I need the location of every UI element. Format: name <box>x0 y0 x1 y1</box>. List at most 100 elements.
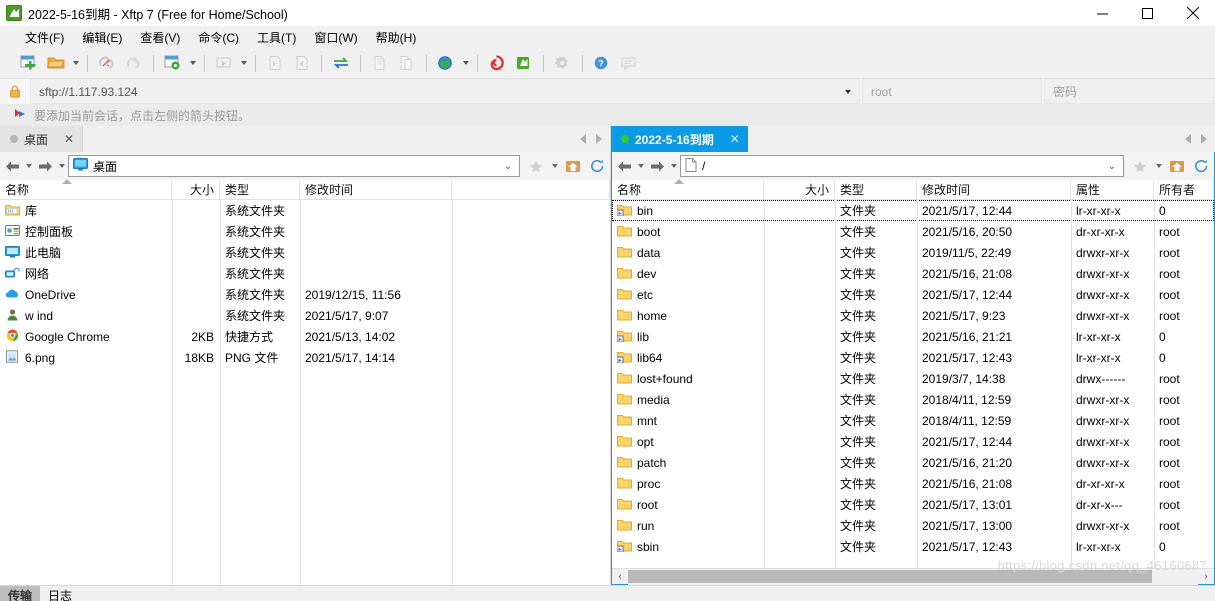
bottom-tab-log[interactable]: 日志 <box>40 586 81 601</box>
local-bookmark-caret-icon[interactable] <box>549 154 560 178</box>
table-row[interactable]: etc 文件夹 2021/5/17, 12:44 drwxr-xr-x root <box>612 284 1214 305</box>
remote-file-list[interactable]: bin 文件夹 2021/5/17, 12:44 lr-xr-xr-x 0 boot 文件夹… <box>612 200 1214 568</box>
copy-icon[interactable] <box>367 51 393 75</box>
local-col-type[interactable]: 类型 <box>220 180 300 199</box>
remote-tab-session[interactable]: 2022-5-16到期 ✕ <box>611 126 748 152</box>
remote-bookmark-caret-icon[interactable] <box>1153 154 1164 178</box>
globe-caret[interactable] <box>460 51 471 75</box>
table-row[interactable]: boot 文件夹 2021/5/16, 20:50 dr-xr-xr-x root <box>612 221 1214 242</box>
menu-window[interactable]: 窗口(W) <box>305 27 366 48</box>
remote-bookmark-star-icon[interactable] <box>1129 154 1151 178</box>
session-settings-icon[interactable] <box>160 51 186 75</box>
local-col-modified[interactable]: 修改时间 <box>300 180 452 199</box>
table-row[interactable]: lost+found 文件夹 2019/3/7, 14:38 drwx------ ro… <box>612 368 1214 389</box>
transfer-right-icon[interactable] <box>289 51 315 75</box>
transfer-left-icon[interactable] <box>262 51 288 75</box>
table-row[interactable]: 控制面板 系统文件夹 <box>0 221 610 242</box>
table-row[interactable]: 库 系统文件夹 <box>0 200 610 221</box>
local-back-icon[interactable] <box>2 154 22 178</box>
table-row[interactable]: proc 文件夹 2021/5/16, 21:08 dr-xr-xr-x root <box>612 473 1214 494</box>
run-caret[interactable] <box>238 51 249 75</box>
local-forward-icon[interactable] <box>35 154 55 178</box>
remote-col-owner[interactable]: 所有者 <box>1154 180 1214 199</box>
xshell-icon[interactable] <box>484 51 510 75</box>
local-refresh-icon[interactable] <box>586 154 608 178</box>
remote-forward-caret-icon[interactable] <box>668 154 679 178</box>
new-session-icon[interactable] <box>16 51 42 75</box>
disconnect-icon[interactable] <box>94 51 120 75</box>
local-home-icon[interactable] <box>562 154 584 178</box>
menu-file[interactable]: 文件(F) <box>16 27 73 48</box>
session-url-caret-icon[interactable] <box>845 90 851 94</box>
minimize-button[interactable] <box>1080 0 1125 26</box>
local-tab-desktop[interactable]: 桌面 ✕ <box>0 126 84 152</box>
local-forward-caret-icon[interactable] <box>56 154 67 178</box>
tab-scroll-left-icon[interactable] <box>1185 134 1191 144</box>
bottom-tab-transfer[interactable]: 传输 <box>0 586 41 601</box>
remote-forward-icon[interactable] <box>647 154 667 178</box>
remote-refresh-icon[interactable] <box>1190 154 1212 178</box>
table-row[interactable]: bin 文件夹 2021/5/17, 12:44 lr-xr-xr-x 0 <box>612 200 1214 221</box>
remote-back-icon[interactable] <box>614 154 634 178</box>
tab-scroll-left-icon[interactable] <box>580 134 586 144</box>
table-row[interactable]: data 文件夹 2019/11/5, 22:49 drwxr-xr-x root <box>612 242 1214 263</box>
remote-path-combobox[interactable]: / ⌄ <box>680 155 1124 177</box>
reconnect-icon[interactable] <box>121 51 147 75</box>
table-row[interactable]: w ind 系统文件夹 2021/5/17, 9:07 <box>0 305 610 326</box>
menu-tools[interactable]: 工具(T) <box>248 27 305 48</box>
remote-back-caret-icon[interactable] <box>635 154 646 178</box>
table-row[interactable]: media 文件夹 2018/4/11, 12:59 drwxr-xr-x root <box>612 389 1214 410</box>
options-gear-icon[interactable] <box>550 51 576 75</box>
maximize-button[interactable] <box>1125 0 1170 26</box>
table-row[interactable]: 6.png 18KB PNG 文件 2021/5/17, 14:14 <box>0 347 610 368</box>
table-row[interactable]: 此电脑 系统文件夹 <box>0 242 610 263</box>
table-row[interactable]: run 文件夹 2021/5/17, 13:00 drwxr-xr-x root <box>612 515 1214 536</box>
remote-path-chevron-down-icon[interactable]: ⌄ <box>1108 161 1119 172</box>
local-path-chevron-down-icon[interactable]: ⌄ <box>504 161 515 172</box>
scroll-right-icon[interactable]: › <box>1198 569 1214 585</box>
menu-edit[interactable]: 编辑(E) <box>73 27 131 48</box>
session-url-combobox[interactable]: sftp://1.117.93.124 <box>30 79 860 104</box>
table-row[interactable]: lib 文件夹 2021/5/16, 21:21 lr-xr-xr-x 0 <box>612 326 1214 347</box>
menu-command[interactable]: 命令(C) <box>189 27 248 48</box>
local-path-combobox[interactable]: 桌面 ⌄ <box>68 155 520 177</box>
table-row[interactable]: dev 文件夹 2021/5/16, 21:08 drwxr-xr-x root <box>612 263 1214 284</box>
open-folder-icon[interactable] <box>43 51 69 75</box>
scroll-left-icon[interactable]: ‹ <box>612 569 628 585</box>
username-input[interactable]: root <box>862 79 1042 104</box>
remote-tab-close-icon[interactable]: ✕ <box>730 132 740 146</box>
remote-col-type[interactable]: 类型 <box>835 180 917 199</box>
scroll-thumb[interactable] <box>628 569 1153 583</box>
table-row[interactable]: home 文件夹 2021/5/17, 9:23 drwxr-xr-x root <box>612 305 1214 326</box>
table-row[interactable]: root 文件夹 2021/5/17, 13:01 dr-xr-x--- root <box>612 494 1214 515</box>
scroll-track[interactable] <box>628 568 1198 585</box>
table-row[interactable]: patch 文件夹 2021/5/16, 21:20 drwxr-xr-x root <box>612 452 1214 473</box>
sync-browsing-icon[interactable] <box>328 51 354 75</box>
tab-scroll-right-icon[interactable] <box>1201 134 1207 144</box>
session-settings-caret[interactable] <box>187 51 198 75</box>
remote-horizontal-scrollbar[interactable]: ‹ › <box>612 568 1214 585</box>
paste-icon[interactable] <box>394 51 420 75</box>
table-row[interactable]: OneDrive 系统文件夹 2019/12/15, 11:56 <box>0 284 610 305</box>
globe-icon[interactable] <box>433 51 459 75</box>
local-tab-close-icon[interactable]: ✕ <box>64 132 74 146</box>
open-folder-dropdown-caret[interactable] <box>70 51 81 75</box>
table-row[interactable]: Google Chrome 2KB 快捷方式 2021/5/13, 14:02 <box>0 326 610 347</box>
close-button[interactable] <box>1170 0 1215 26</box>
menu-view[interactable]: 查看(V) <box>131 27 189 48</box>
xftp-icon[interactable] <box>511 51 537 75</box>
table-row[interactable]: lib64 文件夹 2021/5/17, 12:43 lr-xr-xr-x 0 <box>612 347 1214 368</box>
table-row[interactable]: opt 文件夹 2021/5/17, 12:44 drwxr-xr-x root <box>612 431 1214 452</box>
table-row[interactable]: sbin 文件夹 2021/5/17, 12:43 lr-xr-xr-x 0 <box>612 536 1214 557</box>
menu-help[interactable]: 帮助(H) <box>367 27 426 48</box>
local-col-size[interactable]: 大小 <box>172 180 220 199</box>
local-bookmark-star-icon[interactable] <box>525 154 547 178</box>
help-icon[interactable]: ? <box>589 51 615 75</box>
run-icon[interactable] <box>211 51 237 75</box>
remote-home-icon[interactable] <box>1166 154 1188 178</box>
password-input[interactable]: 密码 <box>1044 79 1215 104</box>
remote-col-attr[interactable]: 属性 <box>1071 180 1154 199</box>
local-col-name[interactable]: 名称 <box>0 180 172 199</box>
remote-col-size[interactable]: 大小 <box>764 180 835 199</box>
table-row[interactable]: mnt 文件夹 2018/4/11, 12:59 drwxr-xr-x root <box>612 410 1214 431</box>
